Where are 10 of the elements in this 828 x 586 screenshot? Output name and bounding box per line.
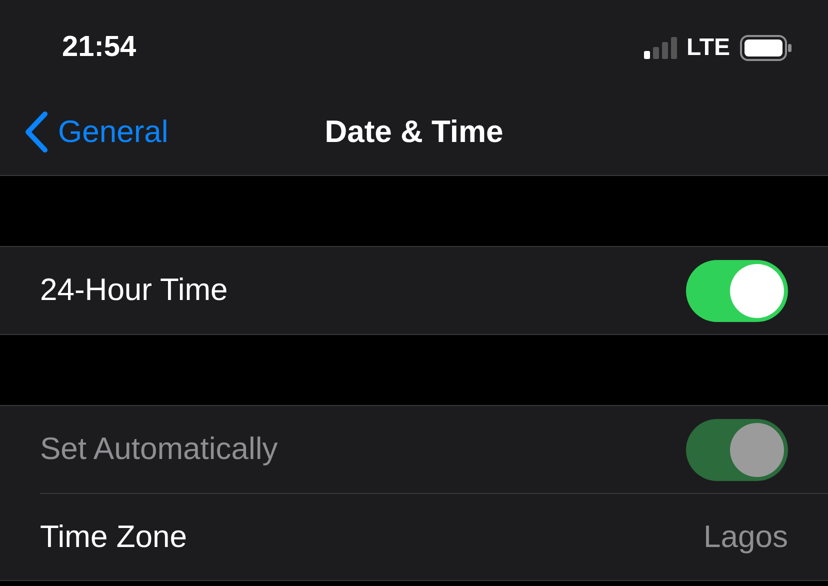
back-button[interactable]: General xyxy=(24,109,168,156)
battery-icon xyxy=(740,34,792,60)
row-value: Lagos xyxy=(704,518,788,556)
status-time: 21:54 xyxy=(62,30,136,65)
page-title: Date & Time xyxy=(324,112,504,151)
row-label: Set Automatically xyxy=(40,430,278,468)
row-label: 24-Hour Time xyxy=(40,271,228,310)
chevron-left-icon xyxy=(24,111,48,154)
network-label: LTE xyxy=(686,32,730,62)
row-label: Time Zone xyxy=(40,518,188,556)
